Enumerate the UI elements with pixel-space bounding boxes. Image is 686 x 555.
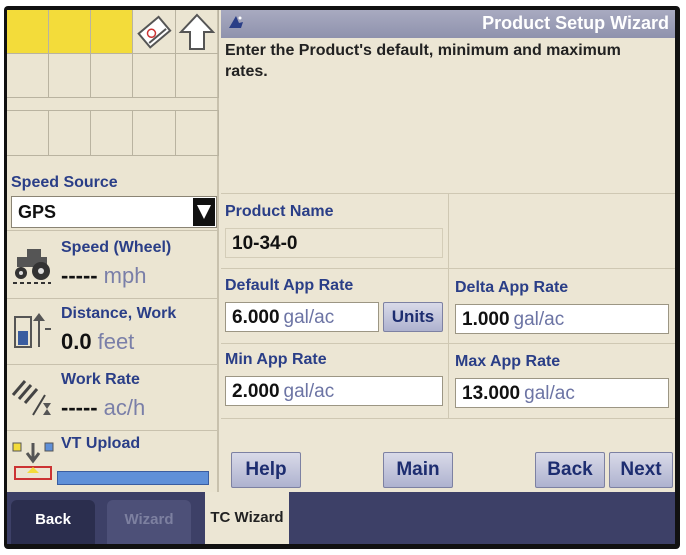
default-app-rate-input[interactable]: 6.000 gal/ac [225, 302, 379, 332]
wizard-panel: Product Setup Wizard Enter the Product's… [221, 10, 675, 492]
speed-number: ----- [61, 263, 98, 288]
work-rate-value: ----- ac/h [61, 395, 145, 421]
softkey-row-2 [7, 54, 219, 98]
divider [221, 268, 675, 269]
min-app-rate-number: 2.000 [232, 381, 280, 402]
instructions-text: Enter the Product's default, minimum and… [225, 42, 621, 80]
max-app-rate-label: Max App Rate [455, 353, 561, 370]
vt-upload-label: VT Upload [61, 435, 141, 452]
product-name-value: 10-34-0 [232, 233, 298, 254]
title-bar: Product Setup Wizard [221, 10, 675, 38]
tractor-icon [13, 249, 51, 284]
softkey-cell[interactable] [7, 111, 49, 156]
softkey-cell[interactable] [49, 54, 91, 98]
tab-tc-wizard[interactable]: TC Wizard [205, 492, 289, 544]
softkey-cell[interactable] [7, 10, 49, 54]
speed-readout: Speed (Wheel) ----- mph [7, 230, 217, 298]
distance-value: 0.0 feet [61, 329, 134, 355]
delta-app-rate-value: 1.000 gal/ac [462, 309, 564, 331]
tab-back[interactable]: Back [11, 500, 95, 544]
work-rate-icon [11, 380, 51, 416]
distance-number: 0.0 [61, 329, 92, 354]
softkey-cell[interactable] [133, 54, 176, 98]
scroll-up-button[interactable] [176, 10, 219, 54]
left-panel: Speed Source GPS Speed (Wheel) -----mph [7, 10, 219, 492]
speed-source-value: GPS [18, 202, 57, 222]
speed-unit: mph [103, 263, 147, 288]
softkey-cell[interactable] [91, 10, 133, 54]
softkey-cell[interactable] [91, 111, 133, 156]
work-rate-label: Work Rate [61, 371, 140, 388]
distance-readout: Distance, Work 0.0 feet [7, 298, 217, 364]
divider [221, 343, 675, 344]
softkey-row-3 [7, 110, 219, 156]
screen: Speed Source GPS Speed (Wheel) -----mph [7, 10, 675, 544]
next-button[interactable]: Next [609, 452, 673, 488]
vt-upload-status: VT Upload [7, 430, 217, 492]
bottom-tab-bar: Back Wizard TC Wizard [7, 492, 675, 544]
work-rate-readout: Work Rate ----- ac/h [7, 364, 217, 430]
speed-source-dropdown[interactable]: GPS [11, 196, 217, 228]
wizard-hat-icon [229, 16, 243, 28]
product-name-label: Product Name [225, 203, 334, 220]
default-app-rate-number: 6.000 [232, 307, 280, 328]
max-app-rate-input[interactable]: 13.000 gal/ac [455, 378, 669, 408]
default-app-rate-label: Default App Rate [225, 277, 354, 294]
delta-app-rate-unit: gal/ac [513, 309, 565, 330]
wizard-book-button[interactable] [133, 10, 176, 54]
delta-app-rate-number: 1.000 [462, 309, 510, 330]
max-app-rate-value: 13.000 gal/ac [462, 383, 575, 405]
work-rate-unit: ac/h [103, 395, 146, 420]
softkey-cell[interactable] [49, 10, 91, 54]
divider [448, 193, 449, 418]
softkey-row-1 [7, 10, 219, 54]
window-title: Product Setup Wizard [482, 13, 669, 33]
work-rate-number: ----- [61, 395, 98, 420]
product-name-field[interactable]: 10-34-0 [225, 228, 443, 258]
wizard-book-icon [137, 15, 172, 49]
max-app-rate-number: 13.000 [462, 383, 521, 404]
min-app-rate-value: 2.000 gal/ac [232, 381, 334, 403]
delta-app-rate-label: Delta App Rate [455, 279, 569, 296]
dropdown-arrow-icon[interactable] [193, 198, 215, 226]
vt-upload-icon [12, 442, 54, 480]
tab-wizard[interactable]: Wizard [107, 500, 191, 544]
vt-upload-progress-bar [57, 471, 209, 485]
delta-app-rate-input[interactable]: 1.000 gal/ac [455, 304, 669, 334]
back-button[interactable]: Back [535, 452, 605, 488]
softkey-cell[interactable] [176, 54, 219, 98]
min-app-rate-input[interactable]: 2.000 gal/ac [225, 376, 443, 406]
softkey-cell[interactable] [133, 111, 176, 156]
units-button[interactable]: Units [383, 302, 443, 332]
up-arrow-icon [178, 13, 216, 50]
softkey-cell[interactable] [7, 54, 49, 98]
speed-source-label: Speed Source [11, 174, 118, 191]
speed-value: ----- mph [61, 263, 146, 289]
speed-label: Speed (Wheel) [61, 239, 172, 256]
softkey-cell[interactable] [49, 111, 91, 156]
help-button[interactable]: Help [231, 452, 301, 488]
softkey-cell[interactable] [176, 111, 219, 156]
default-app-rate-value: 6.000 gal/ac [232, 307, 334, 329]
default-app-rate-unit: gal/ac [283, 307, 335, 328]
divider [221, 418, 675, 419]
distance-unit: feet [97, 329, 135, 354]
max-app-rate-unit: gal/ac [524, 383, 575, 404]
distance-label: Distance, Work [61, 305, 177, 322]
main-button[interactable]: Main [383, 452, 453, 488]
distance-icon [14, 313, 51, 348]
softkey-cell[interactable] [91, 54, 133, 98]
min-app-rate-unit: gal/ac [283, 381, 335, 402]
min-app-rate-label: Min App Rate [225, 351, 327, 368]
